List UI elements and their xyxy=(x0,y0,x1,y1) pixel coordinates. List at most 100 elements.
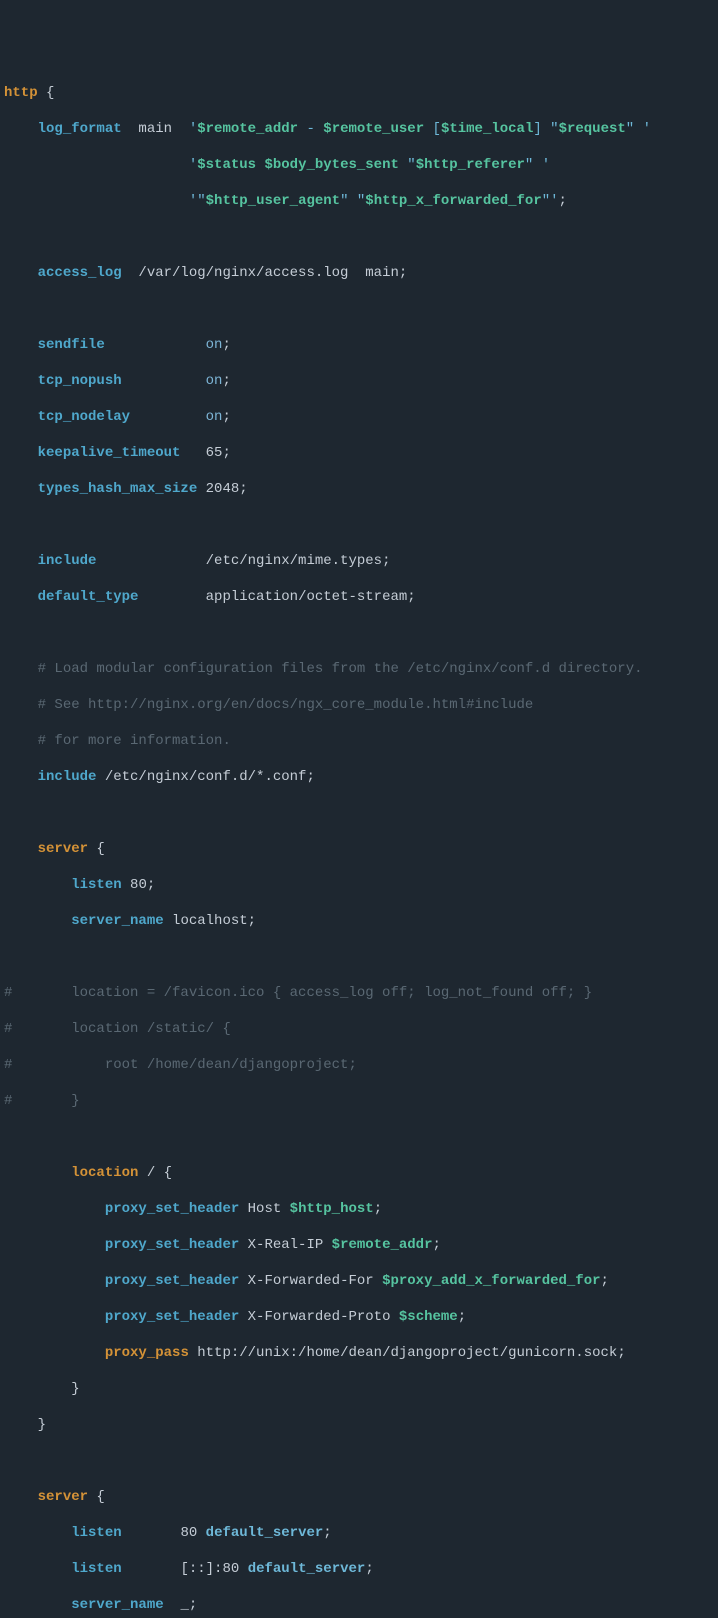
token-sname: server_name xyxy=(71,913,163,929)
token-server: server xyxy=(38,1489,88,1505)
token-plain: /etc/nginx/conf.d/*.conf; xyxy=(96,769,314,785)
token-keyword: http xyxy=(4,85,38,101)
token-plain: ; xyxy=(222,445,230,461)
code-line xyxy=(4,948,714,966)
token-proxy: proxy_set_header xyxy=(105,1201,239,1217)
token-string: " ' xyxy=(525,157,550,173)
token-plain: ; xyxy=(559,193,567,209)
token-directive: types_hash_max_size xyxy=(38,481,198,497)
token-plain: { xyxy=(38,85,55,101)
code-block: http { log_format main '$remote_addr - $… xyxy=(4,84,714,1618)
token-comment: # for more information. xyxy=(38,733,231,749)
token-plain xyxy=(197,1525,205,1541)
token-plain: / { xyxy=(138,1165,172,1181)
token-var: $status xyxy=(197,157,256,173)
token-plain: localhost; xyxy=(164,913,256,929)
token-ppass: proxy_pass xyxy=(105,1345,189,1361)
token-num: 65 xyxy=(206,445,223,461)
token-plain xyxy=(122,373,206,389)
code-line xyxy=(4,1452,714,1470)
token-listen: listen xyxy=(71,1525,121,1541)
token-listen: listen xyxy=(71,877,121,893)
code-line: } xyxy=(4,1416,714,1434)
code-line: tcp_nodelay on; xyxy=(4,408,714,426)
code-line: keepalive_timeout 65; xyxy=(4,444,714,462)
token-var: $remote_addr xyxy=(332,1237,433,1253)
token-listen: listen xyxy=(71,1561,121,1577)
token-string: "' xyxy=(542,193,559,209)
token-plain: application/octet-stream; xyxy=(138,589,415,605)
token-plain: ; xyxy=(433,1237,441,1253)
token-plain: } xyxy=(38,1417,46,1433)
token-directive: tcp_nodelay xyxy=(38,409,130,425)
code-line: server_name _; xyxy=(4,1596,714,1614)
token-string: '" xyxy=(189,193,206,209)
code-line: # See http://nginx.org/en/docs/ngx_core_… xyxy=(4,696,714,714)
token-comment: # See http://nginx.org/en/docs/ngx_core_… xyxy=(38,697,534,713)
token-plain: X-Real-IP xyxy=(239,1237,331,1253)
code-line: default_type application/octet-stream; xyxy=(4,588,714,606)
token-plain: /var/log/nginx/access.log main; xyxy=(122,265,408,281)
token-plain: ; xyxy=(323,1525,331,1541)
code-line: '"$http_user_agent" "$http_x_forwarded_f… xyxy=(4,192,714,210)
token-string: " xyxy=(399,157,416,173)
token-proxy: proxy_set_header xyxy=(105,1273,239,1289)
token-plain xyxy=(130,409,206,425)
token-loc: location xyxy=(71,1165,138,1181)
token-ds: default_server xyxy=(248,1561,366,1577)
code-line: server { xyxy=(4,1488,714,1506)
token-directive: include xyxy=(38,553,97,569)
token-plain: ; xyxy=(458,1309,466,1325)
token-plain: ; xyxy=(222,409,230,425)
code-line xyxy=(4,300,714,318)
code-line: # Load modular configuration files from … xyxy=(4,660,714,678)
token-plain: ; xyxy=(222,373,230,389)
code-line: location / { xyxy=(4,1164,714,1182)
token-var: $http_referer xyxy=(416,157,525,173)
code-line: } xyxy=(4,1380,714,1398)
token-var: $scheme xyxy=(399,1309,458,1325)
token-plain: _; xyxy=(164,1597,198,1613)
code-line: include /etc/nginx/conf.d/*.conf; xyxy=(4,768,714,786)
code-line: server_name localhost; xyxy=(4,912,714,930)
token-plain: http://unix:/home/dean/djangoproject/gun… xyxy=(189,1345,626,1361)
token-var: $remote_user xyxy=(323,121,424,137)
token-num: 80 xyxy=(180,1525,197,1541)
token-string: " " xyxy=(340,193,365,209)
code-line: # root /home/dean/djangoproject; xyxy=(4,1056,714,1074)
token-var: $remote_addr xyxy=(197,121,298,137)
code-line xyxy=(4,228,714,246)
code-line: access_log /var/log/nginx/access.log mai… xyxy=(4,264,714,282)
token-comment: # Load modular configuration files from … xyxy=(38,661,643,677)
token-directive: default_type xyxy=(38,589,139,605)
token-directive: tcp_nopush xyxy=(38,373,122,389)
token-num: 80 xyxy=(130,877,147,893)
token-num: 80 xyxy=(222,1561,239,1577)
code-line: server { xyxy=(4,840,714,858)
token-proxy: proxy_set_header xyxy=(105,1237,239,1253)
token-plain: { xyxy=(88,841,105,857)
token-plain xyxy=(122,877,130,893)
token-directive: sendfile xyxy=(38,337,105,353)
code-line: proxy_set_header X-Forwarded-For $proxy_… xyxy=(4,1272,714,1290)
token-directive: access_log xyxy=(38,265,122,281)
token-plain xyxy=(180,445,205,461)
token-ds: default_server xyxy=(206,1525,324,1541)
token-on: on xyxy=(206,409,223,425)
code-line: proxy_set_header X-Real-IP $remote_addr; xyxy=(4,1236,714,1254)
code-line: listen 80 default_server; xyxy=(4,1524,714,1542)
token-plain: } xyxy=(71,1381,79,1397)
code-line: types_hash_max_size 2048; xyxy=(4,480,714,498)
code-line: '$status $body_bytes_sent "$http_referer… xyxy=(4,156,714,174)
token-plain: X-Forwarded-Proto xyxy=(239,1309,399,1325)
token-plain: ; xyxy=(365,1561,373,1577)
token-sname: server_name xyxy=(71,1597,163,1613)
token-plain: X-Forwarded-For xyxy=(239,1273,382,1289)
token-plain: Host xyxy=(239,1201,289,1217)
token-proxy: proxy_set_header xyxy=(105,1309,239,1325)
code-line: proxy_pass http://unix:/home/dean/django… xyxy=(4,1344,714,1362)
token-plain xyxy=(239,1561,247,1577)
token-string: ' xyxy=(189,157,197,173)
token-comment: # location = /favicon.ico { access_log o… xyxy=(4,985,592,1001)
token-plain: main xyxy=(122,121,189,137)
